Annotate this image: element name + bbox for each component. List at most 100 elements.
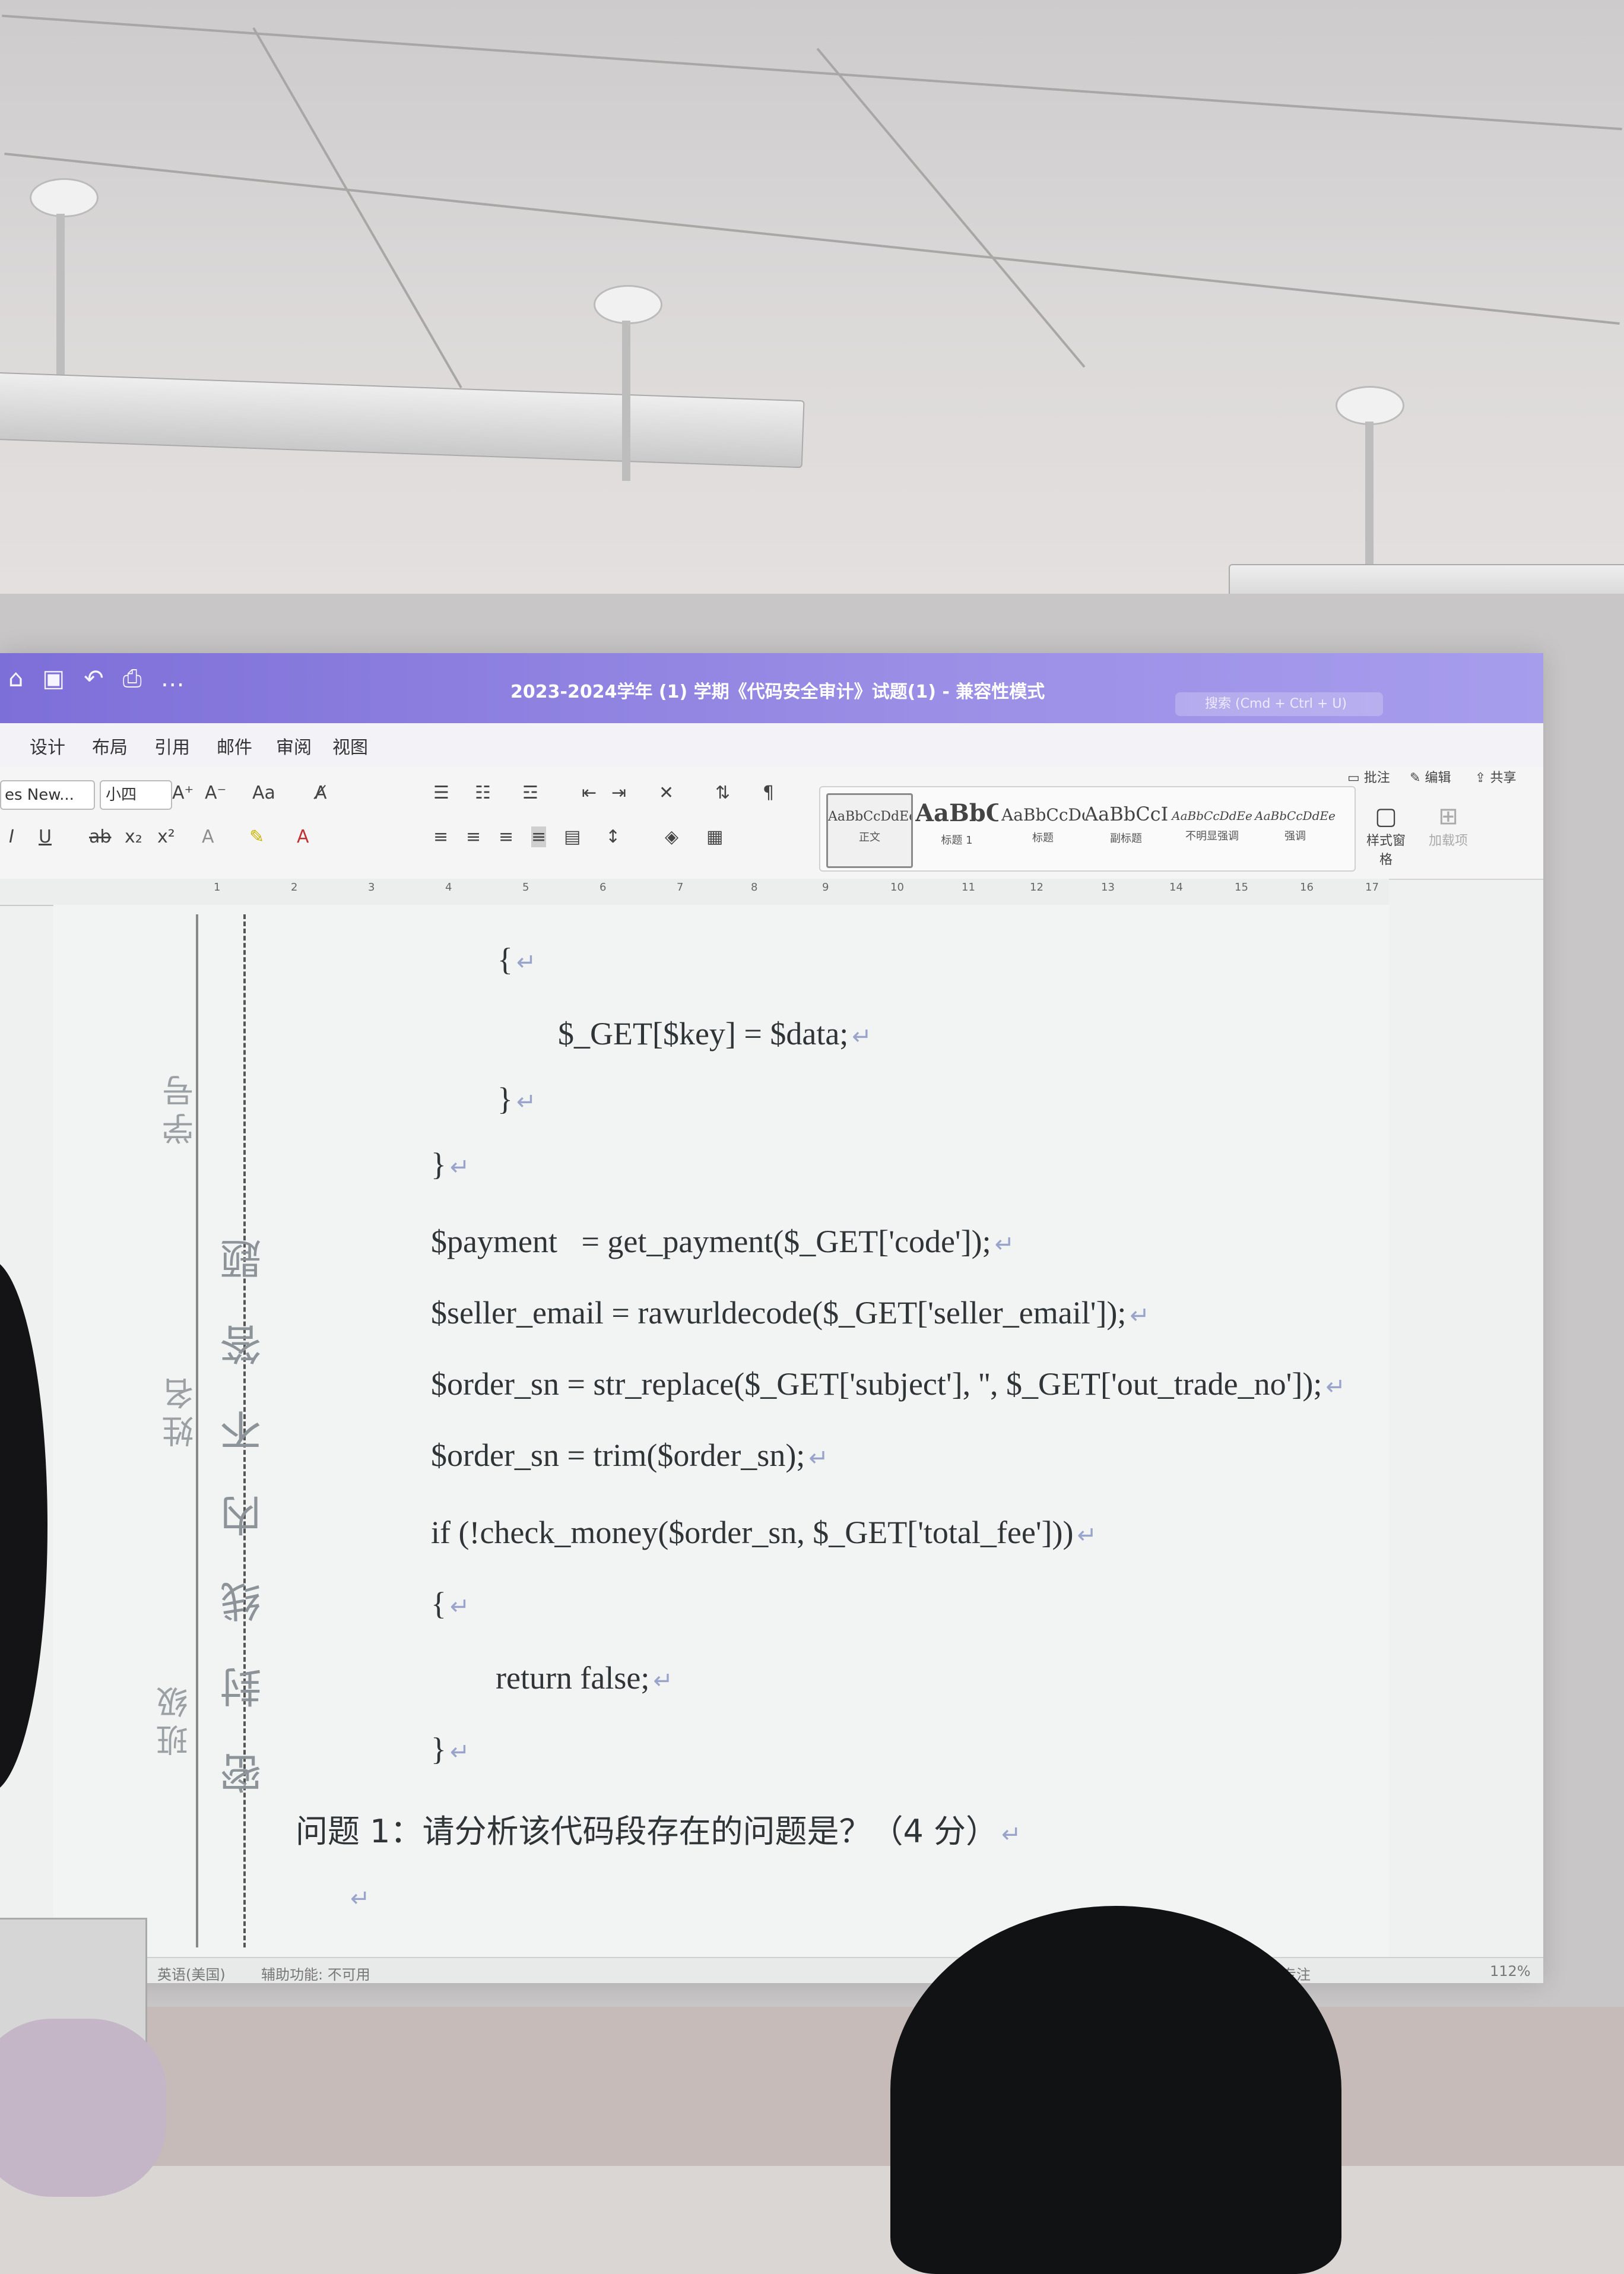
more-icon[interactable]: … bbox=[161, 665, 185, 692]
bullets-icon[interactable]: ☰ bbox=[433, 783, 449, 803]
student-id-label: 学号 bbox=[162, 1069, 199, 1145]
tab-layout[interactable]: 布局 bbox=[92, 733, 128, 759]
ruler-tick: 4 bbox=[445, 881, 452, 894]
show-marks-icon[interactable]: ¶ bbox=[763, 783, 774, 803]
code-line: if (!check_money($order_sn, $_GET['total… bbox=[431, 1515, 1098, 1550]
code-line: {↵ bbox=[497, 942, 537, 977]
justify-icon[interactable]: ≡ bbox=[531, 826, 547, 847]
subscript-icon[interactable]: x₂ bbox=[125, 826, 142, 847]
question-text: 问题 1：请分析该代码段存在的问题是？（4 分） ↵ bbox=[296, 1813, 1022, 1850]
strikethrough-icon[interactable]: ab bbox=[89, 826, 111, 847]
ruler-tick: 3 bbox=[368, 881, 375, 894]
font-size-select[interactable]: 小四 bbox=[100, 780, 172, 810]
status-bar: 英语(美国) 辅助功能: 不可用 专注 112% bbox=[0, 1957, 1543, 1983]
line-spacing-icon[interactable]: ↕ bbox=[605, 826, 620, 847]
ruler-tick: 9 bbox=[822, 881, 829, 894]
style-subtle-emphasis[interactable]: AaBbCcDdEe 不明显强调 bbox=[1171, 793, 1254, 864]
ruler-tick: 14 bbox=[1169, 881, 1183, 894]
ruler-tick: 5 bbox=[522, 881, 529, 894]
empty-paragraph-mark: ↵ bbox=[350, 1885, 370, 1912]
code-line: $_GET[$key] = $data; ↵ bbox=[558, 1016, 872, 1052]
italic-icon[interactable]: I bbox=[9, 826, 14, 847]
ruler-tick: 7 bbox=[677, 881, 684, 894]
comment-button[interactable]: ▭ 批注 bbox=[1347, 767, 1390, 786]
text-effects-icon[interactable]: A bbox=[202, 826, 214, 847]
ruler-tick: 6 bbox=[600, 881, 607, 894]
save-icon[interactable]: ▣ bbox=[42, 665, 65, 692]
code-line: $payment = get_payment($_GET['code']); ↵ bbox=[431, 1224, 1015, 1259]
code-line: } ↵ bbox=[497, 1081, 537, 1117]
person-shoulder bbox=[0, 2019, 166, 2197]
ruler-tick: 12 bbox=[1030, 881, 1043, 894]
wall-below-screen bbox=[0, 2007, 1624, 2166]
style-heading-1[interactable]: AaBbC 标题 1 bbox=[915, 793, 998, 864]
ruler-tick: 1 bbox=[214, 881, 221, 894]
borders-icon[interactable]: ▦ bbox=[706, 826, 723, 847]
clear-format-icon[interactable]: A̸ bbox=[315, 783, 327, 803]
zoom-level[interactable]: 112% bbox=[1490, 1963, 1531, 1980]
font-name-select[interactable]: es New... bbox=[0, 780, 95, 810]
highlight-icon[interactable]: ✎ bbox=[249, 826, 264, 847]
decrease-indent-icon[interactable]: ⇤ bbox=[582, 783, 597, 803]
ceiling-background bbox=[0, 0, 1624, 594]
sort-icon[interactable]: ⇅ bbox=[715, 783, 730, 803]
styles-gallery: AaBbCcDdEe 正文 AaBbC 标题 1 AaBbCcDd 标题 AaB… bbox=[819, 786, 1356, 872]
accessibility-status[interactable]: 辅助功能: 不可用 bbox=[261, 1963, 370, 1983]
change-case-button[interactable]: Aa bbox=[252, 783, 275, 803]
ruler-tick: 2 bbox=[291, 881, 298, 894]
title-bar: ⌂ ▣ ↶ ⎙ … 2023-2024学年 (1) 学期《代码安全审计》试题(1… bbox=[0, 653, 1543, 723]
ruler-tick: 8 bbox=[751, 881, 758, 894]
ruler-tick: 11 bbox=[962, 881, 975, 894]
home-icon[interactable]: ⌂ bbox=[8, 665, 23, 692]
class-label: 班级 bbox=[156, 1680, 194, 1756]
code-line: } ↵ bbox=[431, 1146, 470, 1182]
tab-review[interactable]: 审阅 bbox=[276, 733, 312, 759]
style-normal[interactable]: AaBbCcDdEe 正文 bbox=[826, 793, 913, 868]
code-line: $order_sn = trim($order_sn); ↵ bbox=[431, 1437, 829, 1473]
code-line: {↵ bbox=[431, 1586, 470, 1621]
code-line: $seller_email = rawurldecode($_GET['sell… bbox=[431, 1295, 1150, 1331]
shrink-font-icon[interactable]: A⁻ bbox=[205, 783, 226, 803]
style-title[interactable]: AaBbCcDd 标题 bbox=[1001, 793, 1084, 864]
tab-design[interactable]: 设计 bbox=[30, 733, 65, 759]
styles-pane-button[interactable]: ▢ 样式窗格 bbox=[1362, 803, 1410, 868]
person-head-bottom bbox=[890, 1906, 1341, 2274]
chinese-layout-icon[interactable]: ✕ bbox=[659, 783, 674, 803]
edit-button[interactable]: ✎ 编辑 bbox=[1410, 767, 1451, 786]
language-status[interactable]: 英语(美国) bbox=[157, 1963, 226, 1983]
ruler-tick: 10 bbox=[890, 881, 904, 894]
align-center-icon[interactable]: ≡ bbox=[466, 826, 481, 847]
tab-view[interactable]: 视图 bbox=[332, 733, 368, 759]
grow-font-icon[interactable]: A⁺ bbox=[172, 783, 194, 803]
document-title: 2023-2024学年 (1) 学期《代码安全审计》试题(1) - 兼容性模式 bbox=[510, 682, 1045, 702]
addins-icon: ⊞ bbox=[1438, 803, 1458, 830]
code-line: } ↵ bbox=[431, 1731, 470, 1767]
align-right-icon[interactable]: ≡ bbox=[499, 826, 513, 847]
multilevel-list-icon[interactable]: ☲ bbox=[522, 783, 538, 803]
print-icon[interactable]: ⎙ bbox=[123, 665, 142, 692]
seal-line-text: 密 封 线 内 不 答 题 bbox=[220, 1223, 268, 1794]
code-line: return false; ↵ bbox=[496, 1660, 673, 1696]
code-line: $order_sn = str_replace($_GET['subject']… bbox=[431, 1366, 1346, 1402]
ruler-tick: 13 bbox=[1101, 881, 1115, 894]
superscript-icon[interactable]: x² bbox=[157, 826, 175, 847]
font-color-icon[interactable]: A bbox=[297, 826, 309, 847]
increase-indent-icon[interactable]: ⇥ bbox=[611, 783, 626, 803]
horizontal-ruler[interactable]: 1 2 3 4 5 6 7 8 9 10 11 12 13 14 15 16 1… bbox=[0, 879, 1389, 906]
undo-icon[interactable]: ↶ bbox=[84, 665, 104, 692]
quick-access-toolbar: ⌂ ▣ ↶ ⎙ … bbox=[8, 665, 185, 692]
style-emphasis[interactable]: AaBbCcDdEe 强调 bbox=[1254, 793, 1337, 864]
underline-icon[interactable]: U bbox=[39, 826, 52, 847]
tab-references[interactable]: 引用 bbox=[154, 733, 190, 759]
search-input[interactable]: 搜索 (Cmd + Ctrl + U) bbox=[1175, 692, 1383, 716]
name-label: 姓名 bbox=[162, 1372, 199, 1448]
ruler-tick: 17 bbox=[1365, 881, 1379, 894]
numbering-icon[interactable]: ☷ bbox=[475, 783, 491, 803]
tab-mailings[interactable]: 邮件 bbox=[217, 733, 252, 759]
addins-button[interactable]: ⊞ 加载项 bbox=[1425, 803, 1472, 849]
shading-icon[interactable]: ◈ bbox=[665, 826, 678, 847]
align-left-icon[interactable]: ≡ bbox=[433, 826, 448, 847]
distributed-icon[interactable]: ▤ bbox=[564, 826, 581, 847]
share-button[interactable]: ⇪ 共享 bbox=[1475, 767, 1516, 786]
style-subtitle[interactable]: AaBbCcI 副标题 bbox=[1084, 793, 1168, 864]
